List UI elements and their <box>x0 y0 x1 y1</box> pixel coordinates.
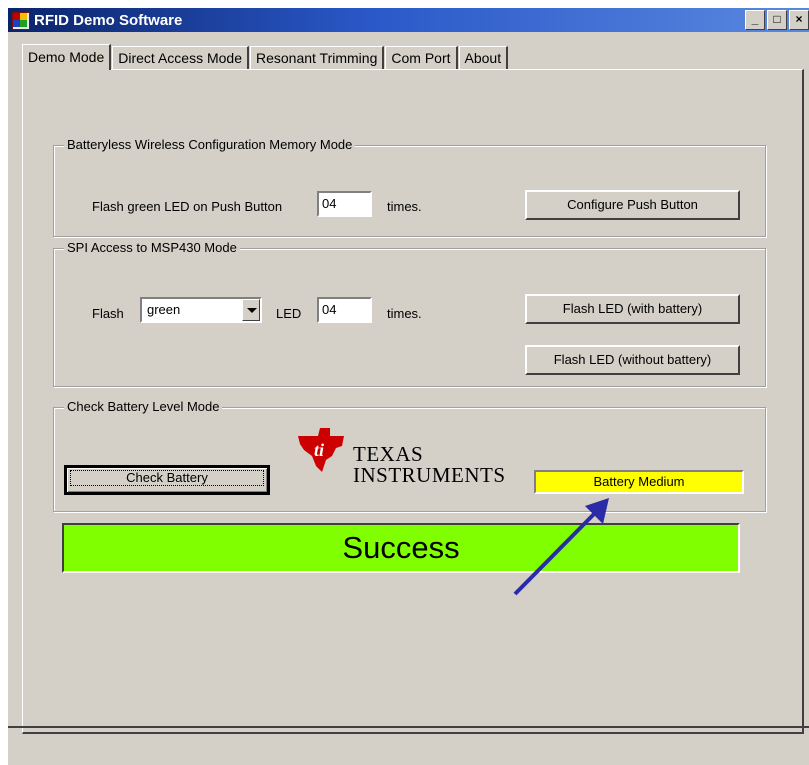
minimize-button[interactable]: _ <box>745 10 765 30</box>
led-label: LED <box>276 306 302 321</box>
configure-push-button[interactable]: Configure Push Button <box>525 190 740 220</box>
title-bar[interactable]: RFID Demo Software _ □ × <box>8 8 809 32</box>
flash-label: Flash <box>92 306 124 321</box>
times-label: times. <box>387 199 422 214</box>
result-status-bar: Success <box>62 523 740 573</box>
spi-access-group: SPI Access to MSP430 Mode Flash green LE… <box>53 240 766 387</box>
flash-led-without-battery-button[interactable]: Flash LED (without battery) <box>525 345 740 375</box>
window-divider <box>8 726 809 728</box>
maximize-button[interactable]: □ <box>767 10 787 30</box>
batteryless-legend: Batteryless Wireless Configuration Memor… <box>64 137 356 152</box>
tab-resonant-trimming[interactable]: Resonant Trimming <box>249 46 385 69</box>
led-color-value: green <box>147 302 181 317</box>
ti-logo-line2: INSTRUMENTS <box>353 463 506 487</box>
tab-about[interactable]: About <box>458 46 509 69</box>
app-window: RFID Demo Software _ □ × Demo Mode Direc… <box>8 8 809 765</box>
tab-demo-mode[interactable]: Demo Mode <box>22 44 112 70</box>
demo-mode-panel: Batteryless Wireless Configuration Memor… <box>22 69 804 734</box>
check-battery-label: Check Battery <box>70 470 264 486</box>
spi-legend: SPI Access to MSP430 Mode <box>64 240 240 255</box>
check-battery-button[interactable]: Check Battery <box>64 465 270 495</box>
batteryless-group: Batteryless Wireless Configuration Memor… <box>53 137 766 237</box>
battery-legend: Check Battery Level Mode <box>64 399 223 414</box>
flash-led-with-battery-button[interactable]: Flash LED (with battery) <box>525 294 740 324</box>
battery-level-group: Check Battery Level Mode Check Battery t… <box>53 399 766 512</box>
tab-strip: Demo Mode Direct Access Mode Resonant Tr… <box>22 44 509 70</box>
annotation-arrow-icon <box>513 498 609 596</box>
svg-text:ti: ti <box>314 440 324 460</box>
app-icon[interactable] <box>12 12 30 30</box>
times-label: times. <box>387 306 422 321</box>
close-button[interactable]: × <box>789 10 809 30</box>
led-color-select[interactable]: green <box>140 297 262 323</box>
flash-green-label: Flash green LED on Push Button <box>92 199 283 214</box>
push-button-count-input[interactable]: 04 <box>317 191 372 217</box>
spi-count-input[interactable]: 04 <box>317 297 372 323</box>
tab-direct-access-mode[interactable]: Direct Access Mode <box>112 46 249 69</box>
texas-instruments-logo-icon: ti <box>298 428 344 472</box>
window-title: RFID Demo Software <box>34 12 183 29</box>
tab-com-port[interactable]: Com Port <box>385 46 458 69</box>
chevron-down-icon[interactable] <box>242 299 260 321</box>
